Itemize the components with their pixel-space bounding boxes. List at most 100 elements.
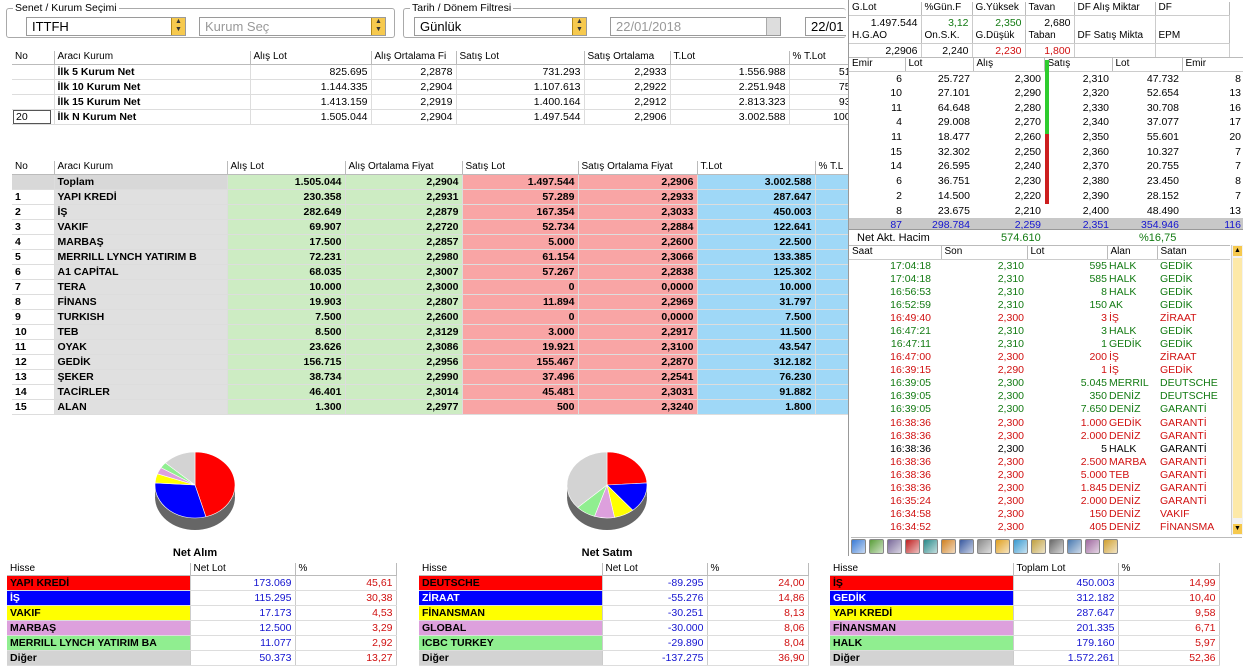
- scroll-up-icon[interactable]: ▲: [1233, 246, 1242, 256]
- trade-row[interactable]: 16:35:24 2,300 2.000 DENİZ GARANTİ: [849, 495, 1230, 508]
- date-from-field[interactable]: 22/01/2018: [610, 17, 781, 36]
- trade-row[interactable]: 17:04:18 2,310 595 HALK GEDİK: [849, 259, 1230, 273]
- trade-row[interactable]: 16:38:36 2,300 5 HALK GARANTİ: [849, 443, 1230, 456]
- date-to-field[interactable]: 22/01: [805, 17, 846, 36]
- calendar-icon[interactable]: [995, 539, 1010, 554]
- broker-name: TERA: [54, 279, 228, 295]
- trade-row[interactable]: 16:38:36 2,300 2.500 MARBA GARANTİ: [849, 456, 1230, 469]
- kurum-select[interactable]: Kurum Seç ▲ ▼: [199, 17, 386, 36]
- cell: 29.008: [937, 116, 970, 129]
- broker-row[interactable]: 3 VAKIF 69.907 2,2720 52.734 2,2884 122.641: [12, 219, 848, 235]
- scroll-thumb[interactable]: [1233, 258, 1242, 518]
- trade-list[interactable]: Saat Son Lot Alan Satan 17:04:18 2,310 595 HALK G…: [849, 245, 1230, 535]
- trade-row[interactable]: 16:47:11 2,310 1 GEDİK GEDİK: [849, 338, 1230, 351]
- scroll-down-icon[interactable]: ▼: [1233, 524, 1242, 534]
- broker-row[interactable]: 9 TURKISH 7.500 2,2600 0 0,0000 7.500: [12, 309, 848, 325]
- broker-row[interactable]: 11 OYAK 23.626 2,3086 19.921 2,3100 43.547: [12, 339, 848, 355]
- row-number: 15: [12, 399, 55, 415]
- trade-row[interactable]: 17:04:18 2,310 585 HALK GEDİK: [849, 273, 1230, 286]
- transfer-icon[interactable]: [941, 539, 956, 554]
- cell: 75,: [789, 79, 848, 95]
- top-summary-table: No Aracı Kurum Alış Lot Alış Ortalama Fi Sat…: [12, 51, 848, 125]
- broker-row[interactable]: 13 ŞEKER 38.734 2,2990 37.496 2,2541 76.230: [12, 369, 848, 385]
- cell: 61.154: [462, 249, 579, 265]
- kurum-placeholder: Kurum Seç: [205, 19, 270, 34]
- header-row: Hisse Toplam Lot%: [830, 563, 1220, 576]
- cell: 2,3129: [345, 324, 463, 340]
- broker-row[interactable]: 6 A1 CAPİTAL 68.035 2,3007 57.267 2,2838 125.3…: [12, 264, 848, 280]
- pattern-icon[interactable]: [1085, 539, 1100, 554]
- broker-row[interactable]: 12 GEDİK 156.715 2,2956 155.467 2,2870 312.182: [12, 354, 848, 370]
- trade-row[interactable]: 16:56:53 2,310 8 HALK GEDİK: [849, 286, 1230, 299]
- depth-row[interactable]: 8 23.675 2,210 2,400 48.490 13: [849, 203, 1243, 218]
- trade-lot: 3: [1101, 311, 1107, 324]
- cell: [815, 234, 848, 250]
- broker-row[interactable]: 10 TEB 8.500 2,3129 3.000 2,2917 11.500: [12, 324, 848, 340]
- trade-row[interactable]: 16:38:36 2,300 1.845 DENİZ GARANTİ: [849, 482, 1230, 495]
- symbol-select[interactable]: ITTFH ▲ ▼: [26, 17, 186, 36]
- cell: 55.601: [1146, 131, 1179, 144]
- trade-row[interactable]: 16:34:58 2,300 150 DENİZ VAKIF: [849, 508, 1230, 521]
- summary-item: YAPI KREDİ 287.647 9,58: [830, 605, 1220, 621]
- summary-row: 20 İlk N Kurum Net 1.505.044 2,2904 1.497.54…: [12, 109, 848, 125]
- grid-icon[interactable]: [869, 539, 884, 554]
- trade-scrollbar[interactable]: ▲ ▼: [1231, 245, 1243, 535]
- trade-row[interactable]: 16:38:36 2,300 1.000 GEDİK GARANTİ: [849, 417, 1230, 430]
- export-icon[interactable]: [1103, 539, 1118, 554]
- column-header: Lot: [1112, 58, 1183, 72]
- trade-row[interactable]: 16:52:59 2,310 150 AK GEDİK: [849, 299, 1230, 312]
- list-icon[interactable]: [977, 539, 992, 554]
- broker-row[interactable]: 8 FİNANS 19.903 2,2807 11.894 2,2969 31.797: [12, 294, 848, 310]
- settings-icon[interactable]: [1031, 539, 1046, 554]
- cell: 43.547: [697, 339, 816, 355]
- column-header: Alan: [1107, 246, 1158, 260]
- logo-m-icon[interactable]: [905, 539, 920, 554]
- broker-row[interactable]: 4 MARBAŞ 17.500 2,2857 5.000 2,2600 22.500: [12, 234, 848, 250]
- tools-icon[interactable]: [1049, 539, 1064, 554]
- broker-name: A1 CAPİTAL: [54, 264, 228, 280]
- refresh-icon[interactable]: [923, 539, 938, 554]
- trade-buyer: HALK: [1109, 285, 1137, 298]
- stock-name: FİNANSMAN: [830, 620, 1014, 636]
- broker-row[interactable]: 1 YAPI KREDİ 230.358 2,2931 57.289 2,2933 287.…: [12, 189, 848, 205]
- cell: 2,370: [1082, 160, 1109, 173]
- percent: 5,97: [1118, 635, 1220, 651]
- trade-row[interactable]: 16:49:40 2,300 3 İŞ ZİRAAT: [849, 312, 1230, 325]
- trade-row[interactable]: 16:47:21 2,310 3 HALK GEDİK: [849, 325, 1230, 338]
- quote-label: DF Alış Miktar: [1074, 2, 1156, 16]
- cell: [12, 94, 55, 110]
- broker-row[interactable]: 15 ALAN 1.300 2,2977 500 2,3240 1.800: [12, 399, 848, 415]
- cell: 2,2720: [345, 219, 463, 235]
- trade-row[interactable]: 16:34:52 2,300 405 DENİZ FİNANSMA: [849, 521, 1230, 534]
- broker-row[interactable]: 2 İŞ 282.649 2,2879 167.354 2,3033 450.003: [12, 204, 848, 220]
- quote-label: Taban: [1025, 30, 1075, 44]
- cell: 2,2878: [371, 64, 457, 80]
- row-number: 6: [12, 264, 55, 280]
- net-alim-pie-chart: [154, 451, 236, 530]
- search-icon[interactable]: [1067, 539, 1082, 554]
- n-input[interactable]: 20: [13, 109, 51, 123]
- broker-row[interactable]: 5 MERRILL LYNCH YATIRIM B 72.231 2,2980 61.1…: [12, 249, 848, 265]
- trade-row[interactable]: 16:47:00 2,300 200 İŞ ZİRAAT: [849, 351, 1230, 364]
- line-chart-icon[interactable]: [1013, 539, 1028, 554]
- trade-price: 2,300: [997, 429, 1024, 442]
- row-label: İlk 15 Kurum Net: [54, 94, 251, 110]
- broker-row[interactable]: 14 TACİRLER 46.401 2,3014 45.481 2,3031 91.882: [12, 384, 848, 400]
- document-icon[interactable]: [959, 539, 974, 554]
- column-header: Alış Ortalama Fiyat: [345, 161, 463, 175]
- cell: 2,3100: [578, 339, 698, 355]
- trade-lot: 350: [1089, 390, 1107, 403]
- trade-row[interactable]: 16:38:36 2,300 5.000 TEB GARANTİ: [849, 469, 1230, 482]
- chart-icon[interactable]: [851, 539, 866, 554]
- trade-row[interactable]: 16:38:36 2,300 2.000 DENİZ GARANTİ: [849, 430, 1230, 443]
- summary-item: Diğer 1.572.261 52,36: [830, 650, 1220, 666]
- cell: 2,2922: [584, 79, 671, 95]
- trade-row[interactable]: 16:39:05 2,300 7.650 DENİZ GARANTİ: [849, 403, 1230, 416]
- trade-row[interactable]: 16:39:05 2,300 5.045 MERRIL DEUTSCHE: [849, 377, 1230, 390]
- network-icon[interactable]: [887, 539, 902, 554]
- period-select[interactable]: Günlük ▲ ▼: [414, 17, 587, 36]
- trade-row[interactable]: 16:39:15 2,290 1 İŞ GEDİK: [849, 364, 1230, 377]
- trade-price: 2,290: [997, 364, 1024, 377]
- broker-row[interactable]: 7 TERA 10.000 2,3000 0 0,0000 10.000: [12, 279, 848, 295]
- trade-row[interactable]: 16:39:05 2,300 350 DENİZ DEUTSCHE: [849, 390, 1230, 403]
